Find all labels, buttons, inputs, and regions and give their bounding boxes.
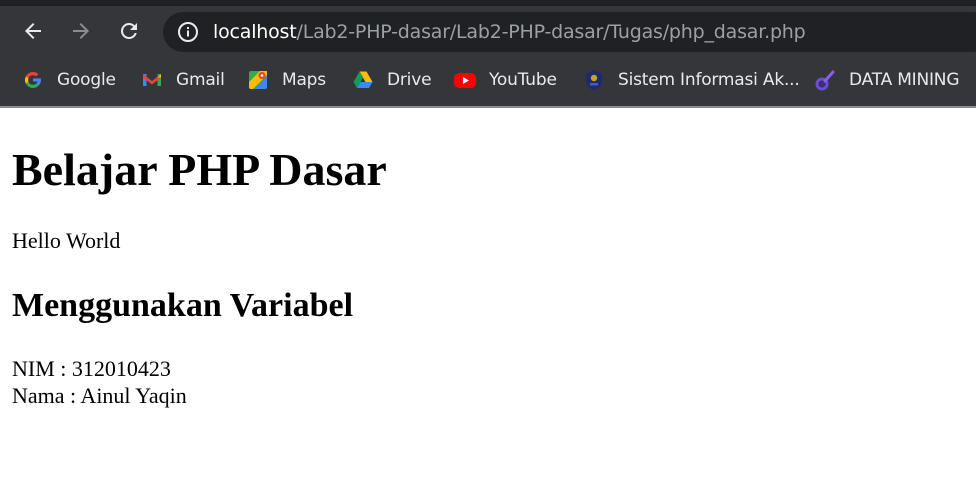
bookmark-gmail[interactable]: Gmail xyxy=(140,66,225,94)
reload-icon xyxy=(121,23,137,39)
maps-icon xyxy=(249,71,267,89)
bookmark-youtube[interactable]: YouTube xyxy=(453,66,557,94)
info-circle-icon[interactable] xyxy=(177,21,199,43)
reload-button[interactable] xyxy=(114,16,144,46)
nama-text: Nama : Ainul Yaqin xyxy=(12,383,187,408)
forward-button[interactable] xyxy=(66,16,96,46)
bookmarks-bar: Google Gmail Maps Drive YouTube Sistem I… xyxy=(0,58,976,106)
bookmark-drive[interactable]: Drive xyxy=(351,66,432,94)
address-bar[interactable]: localhost/Lab2-PHP-dasar/Lab2-PHP-dasar/… xyxy=(163,12,976,52)
gmail-icon xyxy=(143,74,161,86)
url-host: localhost xyxy=(213,21,297,43)
url-text[interactable]: localhost/Lab2-PHP-dasar/Lab2-PHP-dasar/… xyxy=(213,12,806,52)
divider xyxy=(0,106,976,108)
arrow-left-icon xyxy=(25,23,41,39)
university-emblem-icon xyxy=(586,70,602,90)
data-mining-icon xyxy=(815,70,835,91)
hello-text: Hello World xyxy=(12,228,121,253)
bookmark-sistem-informasi[interactable]: Sistem Informasi Ak... xyxy=(582,66,800,94)
bookmark-label: DATA MINING xyxy=(849,70,960,90)
bookmark-label: Maps xyxy=(282,70,326,90)
browser-toolbar: localhost/Lab2-PHP-dasar/Lab2-PHP-dasar/… xyxy=(0,6,976,58)
bookmark-maps[interactable]: Maps xyxy=(246,66,326,94)
section-heading: Menggunakan Variabel xyxy=(12,287,354,324)
bookmark-google[interactable]: Google xyxy=(21,66,116,94)
arrow-right-icon xyxy=(73,23,89,39)
bookmark-label: Google xyxy=(57,70,116,90)
url-path: /Lab2-PHP-dasar/Lab2-PHP-dasar/Tugas/php… xyxy=(296,21,806,43)
bookmark-label: Gmail xyxy=(176,70,225,90)
browser-chrome: localhost/Lab2-PHP-dasar/Lab2-PHP-dasar/… xyxy=(0,0,976,108)
drive-icon xyxy=(353,71,373,88)
bookmark-label: Drive xyxy=(387,70,432,90)
bookmark-data-mining[interactable]: DATA MINING xyxy=(813,66,960,94)
bookmark-label: YouTube xyxy=(489,70,557,90)
page-title: Belajar PHP Dasar xyxy=(12,144,387,195)
back-button[interactable] xyxy=(18,16,48,46)
bookmark-label: Sistem Informasi Ak... xyxy=(618,70,800,90)
google-icon xyxy=(24,72,42,88)
nim-text: NIM : 312010423 xyxy=(12,356,171,381)
youtube-icon xyxy=(454,73,476,88)
